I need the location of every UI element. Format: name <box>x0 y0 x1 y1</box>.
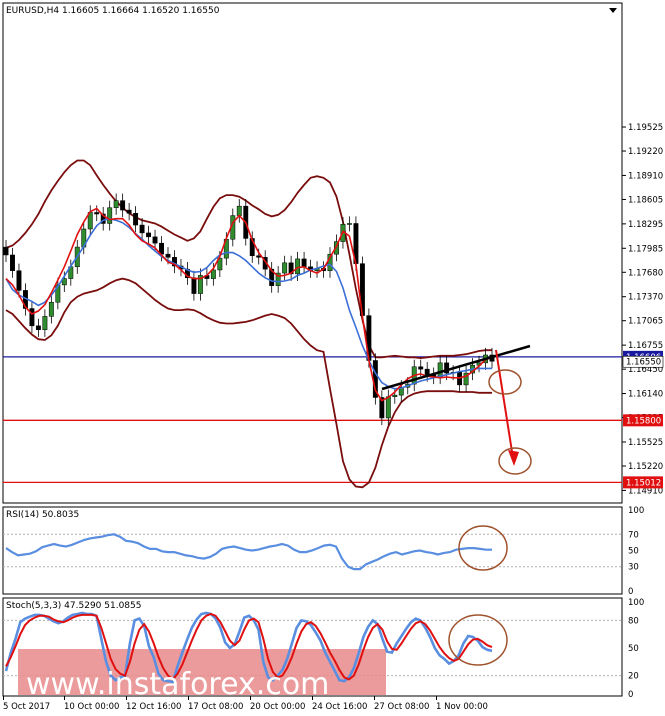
price-tick-label: 1.19525 <box>628 123 663 133</box>
time-tick-label: 12 Oct 16:00 <box>126 702 181 712</box>
price-tick-label: 1.16140 <box>628 390 663 400</box>
candle-body <box>301 258 307 268</box>
stoch-label: Stoch(5,3,3) 47.5290 51.0855 <box>6 601 141 611</box>
rsi-tick-label: 100 <box>628 506 644 516</box>
candle-body <box>191 277 197 294</box>
candle-body <box>146 232 152 238</box>
level-tag-label: 1.15800 <box>626 416 661 426</box>
time-tick-label: 1 Nov 00:00 <box>436 702 488 712</box>
price-tick-label: 1.15220 <box>628 462 663 472</box>
stoch-tick-label: 50 <box>628 644 639 654</box>
candle-body <box>165 253 171 258</box>
rsi-tick-label: 0 <box>628 587 633 597</box>
stoch-axis: 100 80 50 20 0 <box>628 598 644 700</box>
rsi-tick-label: 30 <box>628 563 639 573</box>
time-tick-label: 17 Oct 08:00 <box>188 702 243 712</box>
time-tick-label: 10 Oct 00:00 <box>64 702 119 712</box>
price-tick-label: 1.18295 <box>628 220 663 230</box>
candle-body <box>385 396 391 419</box>
rsi-label: RSI(14) 50.8035 <box>6 510 79 520</box>
candle-body <box>48 301 54 317</box>
candle-body <box>42 316 48 331</box>
stoch-tick-label: 80 <box>628 616 639 626</box>
price-tick-label: 1.17680 <box>628 268 663 278</box>
candle-body <box>107 207 113 224</box>
candle-body <box>35 325 41 331</box>
candle-body <box>346 223 352 225</box>
price-tick-label: 1.17065 <box>628 317 663 327</box>
candle-body <box>295 258 301 275</box>
candle-body <box>282 262 288 274</box>
candle-body <box>16 270 22 291</box>
current-price-label: 1.16550 <box>626 357 661 367</box>
stoch-tick-label: 20 <box>628 672 639 682</box>
candle-body <box>113 200 119 208</box>
price-tick-label: 1.16755 <box>628 341 663 351</box>
rsi-tick-label: 70 <box>628 530 639 540</box>
price-tick-label: 1.17370 <box>628 293 663 303</box>
time-tick-label: 27 Oct 08:00 <box>374 702 429 712</box>
stoch-tick-label: 0 <box>628 690 633 700</box>
symbol-header: EURUSD,H4 1.16605 1.16664 1.16520 1.1655… <box>6 6 220 16</box>
candle-body <box>3 246 9 256</box>
candle-body <box>126 209 132 214</box>
candle-body <box>424 368 430 375</box>
candle-body <box>236 205 242 216</box>
time-tick-label: 24 Oct 16:00 <box>312 702 367 712</box>
stoch-tick-label: 100 <box>628 598 644 608</box>
level-tag-label: 1.15012 <box>626 478 661 488</box>
time-tick-label: 20 Oct 00:00 <box>250 702 305 712</box>
eurusd-h4-chart: EURUSD,H4 1.16605 1.16664 1.16520 1.1655… <box>2 2 664 712</box>
price-tick-label: 1.19220 <box>628 147 663 157</box>
price-tick-label: 1.18605 <box>628 195 663 205</box>
candle-body <box>120 200 126 211</box>
candle-body <box>133 212 139 226</box>
candle-body <box>10 254 15 271</box>
candle-body <box>29 308 35 327</box>
watermark-text: www.instaforex.com <box>26 667 329 702</box>
rsi-tick-label: 50 <box>628 547 639 557</box>
candle-body <box>94 212 100 215</box>
candle-body <box>392 394 398 397</box>
rsi-axis: 100 70 50 30 0 <box>628 506 644 597</box>
candle-body <box>437 362 443 378</box>
price-tick-label: 1.15525 <box>628 438 663 448</box>
price-tick-label: 1.17985 <box>628 244 663 254</box>
candle-body <box>139 224 145 234</box>
candle-body <box>418 366 424 370</box>
time-tick-label: 5 Oct 2017 <box>3 702 50 712</box>
price-panel-frame <box>2 2 623 504</box>
price-axis: 1.19525 1.19220 1.18910 1.18605 1.18295 1.179… <box>622 123 663 496</box>
candle-body <box>152 236 158 244</box>
price-tick-label: 1.18910 <box>628 171 663 181</box>
